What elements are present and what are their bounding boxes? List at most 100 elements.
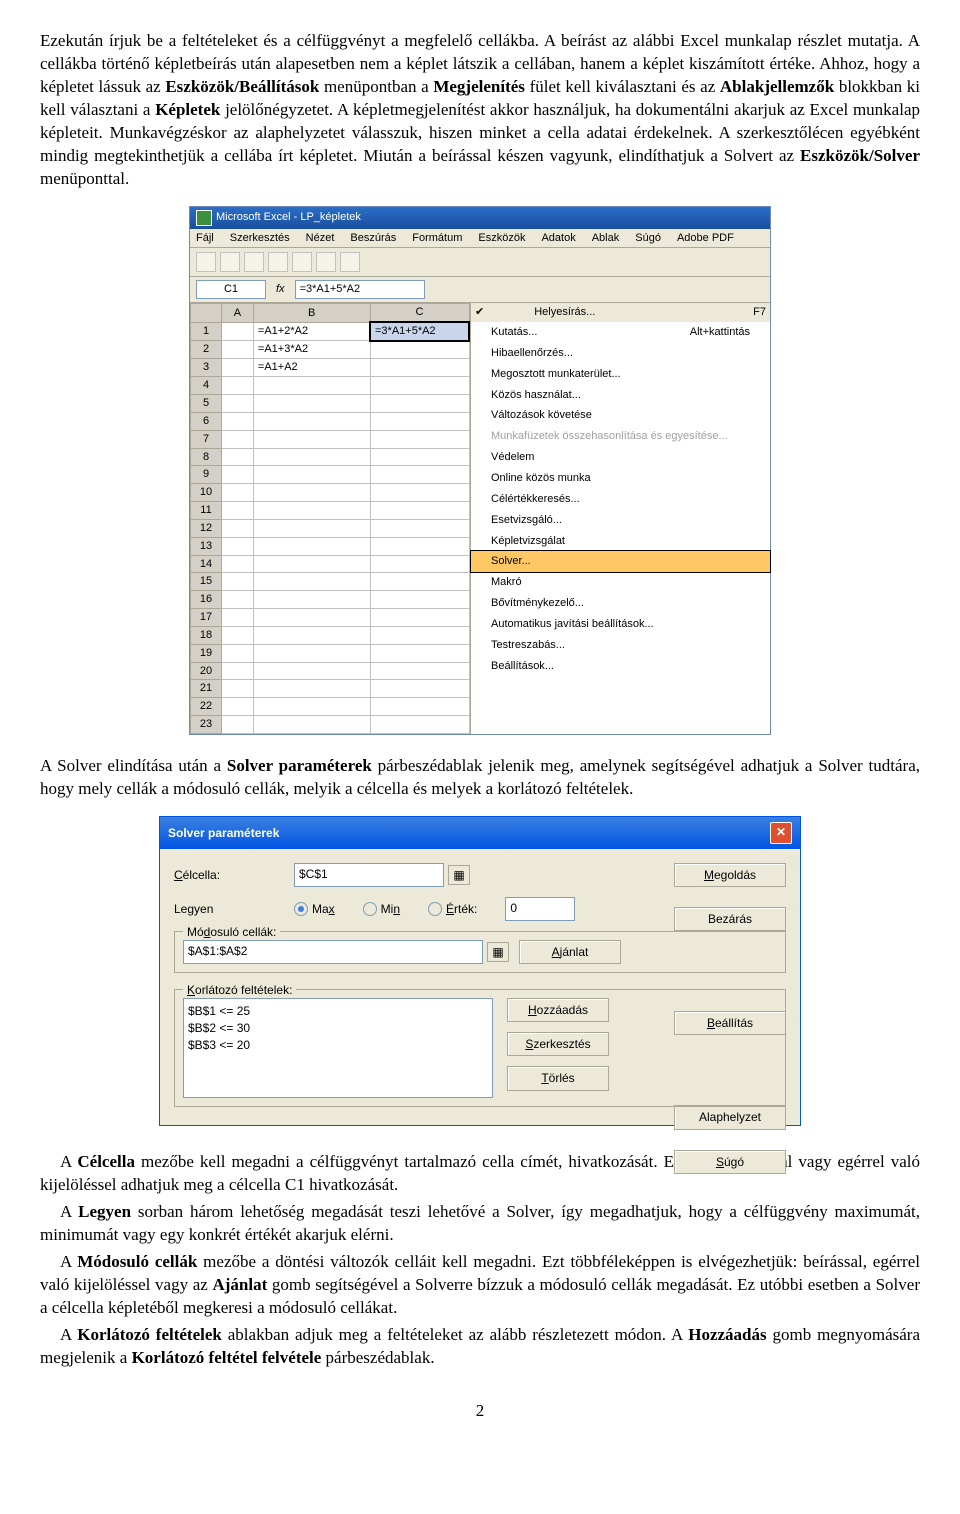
dropdown-item[interactable]: ✔ Helyesírás... F7 — [471, 303, 770, 322]
cell[interactable] — [222, 555, 254, 573]
cell[interactable] — [370, 662, 469, 680]
menu-ablak[interactable]: Ablak — [592, 231, 620, 246]
cell[interactable] — [253, 609, 370, 627]
cell[interactable] — [253, 448, 370, 466]
dropdown-item[interactable]: Védelem — [471, 447, 770, 468]
row-header[interactable]: 20 — [191, 662, 222, 680]
row-header[interactable]: 15 — [191, 573, 222, 591]
menu-fajl[interactable]: Fájl — [196, 231, 214, 246]
menu-eszkozok[interactable]: Eszközök — [478, 231, 525, 246]
row-header[interactable]: 23 — [191, 716, 222, 734]
ref-selector-icon[interactable]: ▦ — [448, 865, 470, 885]
row-header[interactable]: 6 — [191, 412, 222, 430]
toolbar-btn[interactable] — [268, 252, 288, 272]
row-header[interactable]: 12 — [191, 519, 222, 537]
dropdown-item[interactable]: Esetvizsgáló... — [471, 510, 770, 531]
col-header-b[interactable]: B — [253, 304, 370, 322]
cell[interactable] — [253, 662, 370, 680]
menu-nezet[interactable]: Nézet — [306, 231, 335, 246]
cell[interactable] — [370, 377, 469, 395]
cell[interactable] — [370, 680, 469, 698]
toolbar-btn[interactable] — [196, 252, 216, 272]
cell[interactable] — [222, 394, 254, 412]
bezaras-button[interactable]: Bezárás — [674, 907, 786, 931]
cell[interactable] — [253, 680, 370, 698]
radio-min[interactable]: Min — [363, 901, 400, 917]
cell[interactable] — [370, 609, 469, 627]
row-header[interactable]: 17 — [191, 609, 222, 627]
cell[interactable] — [370, 698, 469, 716]
constraint-item[interactable]: $B$3 <= 20 — [188, 1037, 488, 1054]
dropdown-item[interactable]: Testreszabás... — [471, 635, 770, 656]
menu-formatum[interactable]: Formátum — [412, 231, 462, 246]
toolbar-btn[interactable] — [220, 252, 240, 272]
close-icon[interactable]: ✕ — [770, 822, 792, 844]
cell[interactable] — [222, 484, 254, 502]
dropdown-item[interactable]: Megosztott munkaterület... — [471, 364, 770, 385]
toolbar-btn[interactable] — [340, 252, 360, 272]
cell[interactable] — [370, 591, 469, 609]
row-header[interactable]: 1 — [191, 322, 222, 341]
row-header[interactable]: 14 — [191, 555, 222, 573]
col-header-c[interactable]: C — [370, 304, 469, 322]
cell[interactable]: =A1+3*A2 — [253, 341, 370, 359]
cell[interactable] — [370, 394, 469, 412]
row-header[interactable]: 9 — [191, 466, 222, 484]
cell[interactable] — [222, 716, 254, 734]
dropdown-item[interactable]: Online közös munka — [471, 468, 770, 489]
menu-sugo[interactable]: Súgó — [635, 231, 661, 246]
cell[interactable] — [222, 377, 254, 395]
dropdown-item[interactable]: Hibaellenőrzés... — [471, 343, 770, 364]
cell[interactable] — [222, 448, 254, 466]
dropdown-item[interactable]: Solver... — [470, 550, 771, 573]
cell[interactable] — [222, 412, 254, 430]
cell[interactable] — [253, 519, 370, 537]
dropdown-item[interactable]: Közös használat... — [471, 385, 770, 406]
menu-adobe[interactable]: Adobe PDF — [677, 231, 734, 246]
cell[interactable] — [253, 591, 370, 609]
menu-szerkesztes[interactable]: Szerkesztés — [230, 231, 290, 246]
cell[interactable] — [253, 644, 370, 662]
cell[interactable] — [370, 412, 469, 430]
cell[interactable] — [253, 466, 370, 484]
cell[interactable] — [253, 716, 370, 734]
select-all[interactable] — [191, 304, 222, 322]
cell[interactable] — [370, 519, 469, 537]
cell[interactable] — [253, 698, 370, 716]
cell[interactable] — [222, 644, 254, 662]
cell[interactable] — [222, 519, 254, 537]
cell[interactable] — [253, 377, 370, 395]
modosulo-input[interactable]: $A$1:$A$2 — [183, 940, 483, 964]
row-header[interactable]: 7 — [191, 430, 222, 448]
cell[interactable] — [370, 626, 469, 644]
row-header[interactable]: 5 — [191, 394, 222, 412]
row-header[interactable]: 19 — [191, 644, 222, 662]
constraint-item[interactable]: $B$1 <= 25 — [188, 1003, 488, 1020]
cell[interactable] — [370, 502, 469, 520]
cell[interactable] — [370, 555, 469, 573]
menu-adatok[interactable]: Adatok — [541, 231, 575, 246]
radio-ertek[interactable]: Érték: — [428, 901, 477, 917]
row-header[interactable]: 8 — [191, 448, 222, 466]
cell[interactable] — [222, 626, 254, 644]
cell-name-box[interactable]: C1 — [196, 280, 266, 299]
alaphelyzet-button[interactable]: Alaphelyzet — [674, 1105, 786, 1129]
cell[interactable] — [253, 412, 370, 430]
ertek-input[interactable]: 0 — [505, 897, 575, 921]
cell[interactable] — [370, 466, 469, 484]
dropdown-item[interactable]: Változások követése — [471, 405, 770, 426]
cell[interactable] — [222, 341, 254, 359]
cell[interactable] — [222, 698, 254, 716]
row-header[interactable]: 2 — [191, 341, 222, 359]
dropdown-item[interactable]: Makró — [471, 572, 770, 593]
cell[interactable] — [370, 716, 469, 734]
cell[interactable] — [370, 537, 469, 555]
row-header[interactable]: 3 — [191, 359, 222, 377]
formula-input[interactable]: =3*A1+5*A2 — [295, 280, 425, 299]
cell[interactable] — [370, 359, 469, 377]
cell[interactable] — [222, 466, 254, 484]
cell[interactable] — [370, 573, 469, 591]
cell[interactable] — [253, 573, 370, 591]
cell[interactable] — [222, 609, 254, 627]
cell[interactable] — [253, 430, 370, 448]
